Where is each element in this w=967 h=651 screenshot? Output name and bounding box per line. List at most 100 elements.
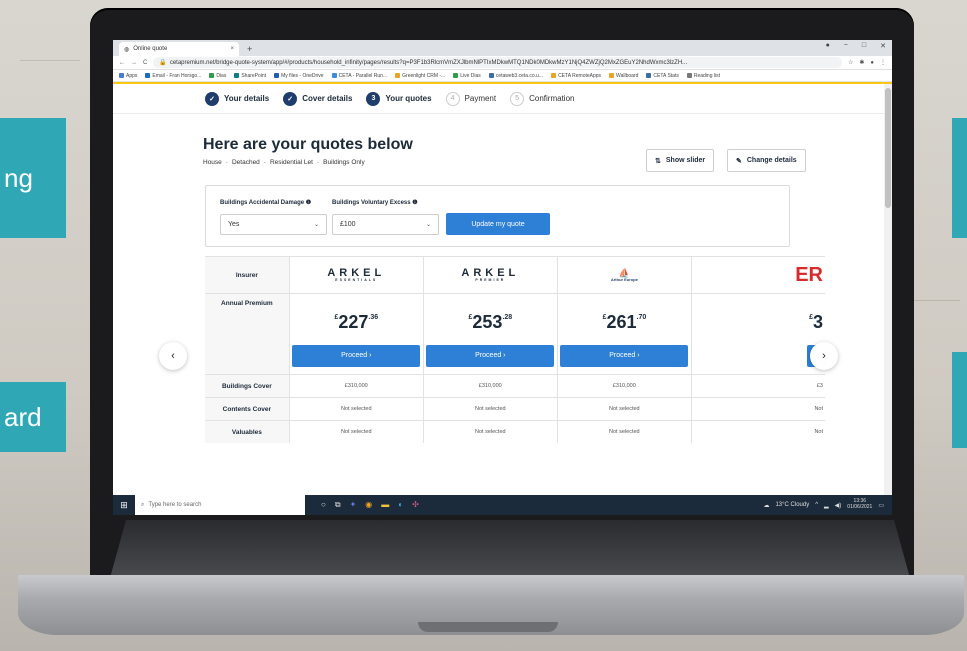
step-your-details[interactable]: ✓ Your details <box>205 91 270 106</box>
edge-icon[interactable]: ◐ <box>398 500 403 510</box>
bookmark-item[interactable]: My files - OneDrive <box>274 73 324 79</box>
bookmark-item[interactable]: Email - Fran Horsgo... <box>145 73 201 79</box>
premium-pence: .36 <box>368 313 379 321</box>
notifications-icon[interactable]: ▭ <box>878 502 884 509</box>
step-confirmation[interactable]: 5 Confirmation <box>510 91 575 106</box>
bookmark-item[interactable]: Greenlight CRM -... <box>395 73 445 79</box>
bookmark-item[interactable]: CETA - Parallel Run... <box>331 72 388 79</box>
weather-text[interactable]: 13°C Cloudy <box>775 502 809 508</box>
task-view-icon[interactable]: ⧉ <box>335 500 341 510</box>
step-label: Payment <box>464 94 497 103</box>
voluntary-excess-select[interactable]: £100 ⌄ <box>332 214 439 235</box>
quote-filters: Buildings Accidental Damage ❶ Yes ⌄ Buil… <box>205 185 790 247</box>
proceed-button[interactable]: Proceed › <box>560 344 689 367</box>
table-row: Valuables Not selected Not selected Not sel… <box>205 420 825 443</box>
reload-button[interactable]: C <box>143 60 147 66</box>
bookmarks-bar: Apps Email - Fran Horsgo... Dias SharePoint… <box>113 70 892 82</box>
premium-price: £253.28 <box>469 312 513 333</box>
weather-icon: ☁ <box>763 502 770 509</box>
step-cover-details[interactable]: ✓ Cover details <box>283 91 352 106</box>
forward-button[interactable]: → <box>131 60 137 66</box>
quotes-table: Insurer ARKEL ESSENTIALS ARKEL PREMIER ⛵ Arthu… <box>205 256 825 443</box>
bookmark-favicon-icon <box>209 72 215 78</box>
laptop-keyboard <box>110 520 910 578</box>
scrollbar-thumb[interactable] <box>885 88 891 208</box>
change-details-button[interactable]: ✎ Change details <box>727 149 806 172</box>
step-your-quotes[interactable]: 3 Your quotes <box>366 91 432 106</box>
volume-icon[interactable]: ◀) <box>835 502 842 509</box>
annual-premium-label: Annual Premium <box>205 294 289 374</box>
windows-start-icon[interactable]: ⊞ <box>113 495 135 515</box>
bookmark-item[interactable]: Apps <box>119 73 137 79</box>
contents-cover-value: Not selected <box>422 398 557 420</box>
backdrop-tile-right-bottom <box>952 352 967 448</box>
bookmark-item[interactable]: Wallboard <box>609 73 638 79</box>
insurer-logo-sub: PREMIER <box>475 277 506 282</box>
url-field[interactable]: 🔒 cetapremium.net/bridge-quote-system/ap… <box>153 57 842 68</box>
step-payment[interactable]: 4 Payment <box>445 91 497 106</box>
bookmark-item[interactable]: Reading list <box>686 73 720 79</box>
tab-close-icon[interactable]: × <box>230 46 234 52</box>
account-icon[interactable]: ● <box>870 60 874 66</box>
table-row: Contents Cover Not selected Not selected No… <box>205 397 825 420</box>
contents-cover-value: Not selected <box>556 398 691 420</box>
valuables-value: Not selected <box>288 421 423 443</box>
profile-icon[interactable]: ● <box>826 42 830 50</box>
browser-tabbar: ◍ Online quote × + ● − □ ✕ <box>113 40 892 56</box>
chrome-icon[interactable]: ◉ <box>365 500 372 510</box>
minimize-button[interactable]: − <box>844 42 848 50</box>
sliders-icon: ⇅ <box>655 157 661 165</box>
new-tab-button[interactable]: + <box>239 44 260 56</box>
menu-icon[interactable]: ⋮ <box>880 59 886 66</box>
premium-currency: £ <box>809 313 813 321</box>
cortana-icon[interactable]: ○ <box>321 500 326 510</box>
bookmark-favicon-icon <box>234 72 240 78</box>
bookmark-label: CETA - Parallel Run... <box>338 72 388 79</box>
step-label: Confirmation <box>529 94 575 103</box>
network-icon[interactable]: ▂ <box>824 502 829 509</box>
extensions-icon[interactable]: ✱ <box>859 59 864 66</box>
proceed-button[interactable]: Proceed › <box>292 344 421 367</box>
premium-cell: £3Pro <box>690 294 825 374</box>
prev-quotes-button[interactable]: ‹ <box>159 342 187 370</box>
tray-chevron-icon[interactable]: ^ <box>815 502 818 508</box>
premium-pence: .28 <box>502 313 513 321</box>
back-button[interactable]: ← <box>119 60 125 66</box>
close-window-button[interactable]: ✕ <box>880 42 886 50</box>
next-quotes-button[interactable]: › <box>810 342 838 370</box>
page-scrollbar[interactable] <box>884 84 892 495</box>
taskbar-search[interactable]: ⌕ Type here to search <box>135 495 305 515</box>
backdrop-tile-left-bottom: ard <box>0 382 66 452</box>
premium-cell: £227.36 Proceed › <box>288 294 423 374</box>
clock[interactable]: 13:36 01/06/2021 <box>847 498 872 511</box>
buildings-cover-value: £310,000 <box>422 375 557 397</box>
proceed-button[interactable]: Proceed › <box>426 344 555 367</box>
chevron-down-icon: ⌄ <box>313 222 319 228</box>
bookmark-item[interactable]: CETA Stats <box>646 73 679 79</box>
progress-steps: ✓ Your details ✓ Cover details 3 Your quotes 4… <box>113 84 892 114</box>
update-quote-button[interactable]: Update my quote <box>446 213 550 235</box>
bookmark-item[interactable]: Dias <box>209 73 226 79</box>
accidental-damage-select[interactable]: Yes ⌄ <box>220 214 327 235</box>
bookmark-item[interactable]: CETA RemoteApps <box>551 73 601 79</box>
laptop-notch <box>418 622 558 632</box>
maximize-button[interactable]: □ <box>862 42 866 50</box>
bookmark-favicon-icon <box>609 72 615 78</box>
premium-price: £3 <box>809 312 825 333</box>
bookmark-item[interactable]: cetaweb3.ceta.co.u... <box>488 73 543 79</box>
slack-icon[interactable]: ✣ <box>412 500 419 510</box>
bookmark-label: Dias <box>216 72 227 79</box>
file-explorer-icon[interactable]: ▬ <box>381 500 389 510</box>
change-details-label: Change details <box>746 157 797 164</box>
insurer-logo-sub: ESSENTIALS <box>335 277 378 282</box>
browser-tab[interactable]: ◍ Online quote × <box>119 42 239 56</box>
table-row: Buildings Cover £310,000 £310,000 £310,000 £… <box>205 374 825 397</box>
bookmark-item[interactable]: SharePoint <box>234 73 266 79</box>
insurer-logo-cell: ⛵ Arthur Europe <box>556 257 691 293</box>
show-slider-button[interactable]: ⇅ Show slider <box>646 149 715 172</box>
teams-icon[interactable]: ✦ <box>350 500 357 510</box>
step-label: Your details <box>224 94 270 103</box>
bookmark-item[interactable]: Live Dias <box>453 73 481 79</box>
star-icon[interactable]: ☆ <box>848 59 853 66</box>
backdrop-tile-left-top: ng <box>0 118 66 238</box>
